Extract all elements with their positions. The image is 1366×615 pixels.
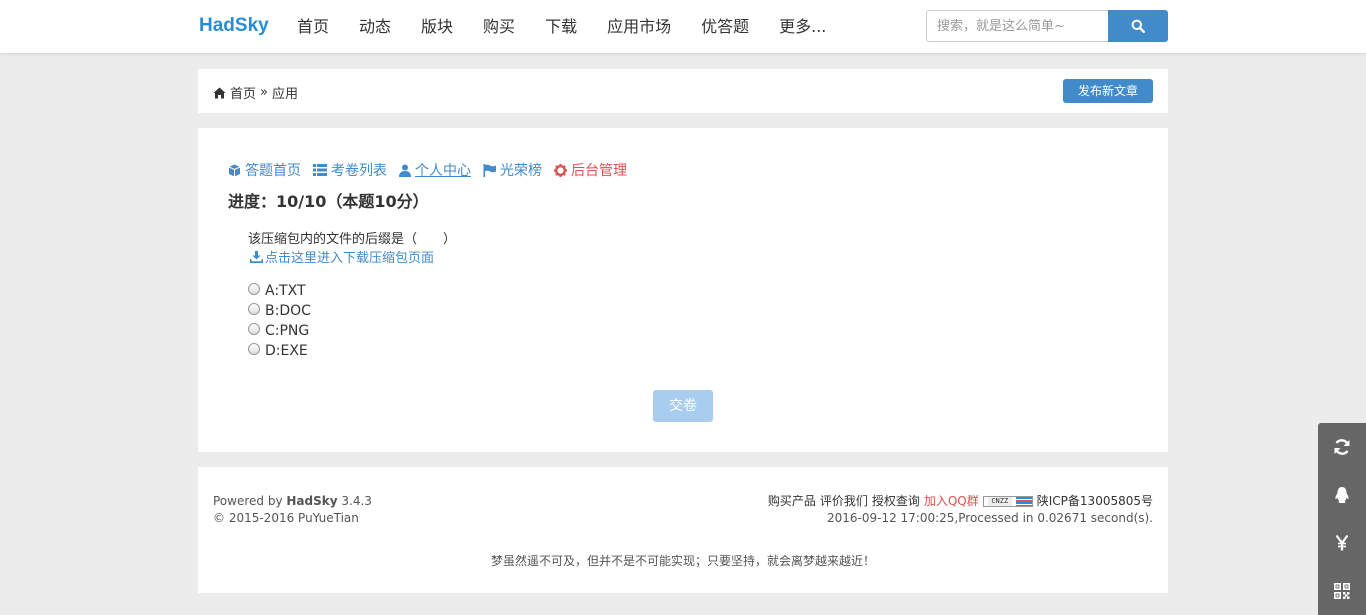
powered-version: 3.4.3: [337, 494, 372, 508]
flag-icon: [483, 163, 496, 177]
subnav-paper-list[interactable]: 考卷列表: [313, 160, 387, 180]
nav-item-more[interactable]: 更多...: [764, 0, 841, 54]
option-d[interactable]: D:EXE: [248, 341, 311, 361]
subnav-label: 考卷列表: [331, 163, 387, 179]
refresh-button[interactable]: [1318, 423, 1366, 471]
question-text: 该压缩包内的文件的后缀是（ ）: [248, 232, 457, 247]
submit-paper-button[interactable]: 交卷: [653, 390, 713, 422]
search-input[interactable]: [926, 10, 1108, 42]
footer-link-license[interactable]: 授权查询: [872, 493, 920, 510]
home-icon: [213, 87, 226, 98]
option-a[interactable]: A:TXT: [248, 281, 311, 301]
footer-links-row: 购买产品 评价我们 授权查询 加入QQ群 CNZZ 陕ICP备13005805号: [764, 493, 1153, 510]
search-box: [926, 10, 1168, 42]
list-icon: [313, 164, 327, 176]
footer-link-icp[interactable]: 陕ICP备13005805号: [1037, 493, 1153, 510]
radio-button[interactable]: [248, 343, 260, 355]
nav-item-activity[interactable]: 动态: [344, 0, 406, 54]
subnav-quiz-home[interactable]: 答题首页: [228, 160, 301, 180]
subnav-honor-list[interactable]: 光荣榜: [483, 160, 542, 180]
breadcrumb-panel: 首页 » 应用 发布新文章: [198, 69, 1168, 113]
breadcrumb-current: 应用: [271, 87, 298, 102]
qq-button[interactable]: [1318, 471, 1366, 519]
download-link-label: 点击这里进入下载压缩包页面: [265, 251, 435, 266]
breadcrumb: 首页 » 应用: [213, 83, 298, 102]
option-label: D:EXE: [265, 343, 308, 359]
answer-options: A:TXT B:DOC C:PNG D:EXE: [248, 281, 311, 361]
download-link[interactable]: 点击这里进入下载压缩包页面: [250, 247, 434, 266]
side-toolbar: [1318, 423, 1366, 615]
quiz-progress: 进度：10/10（本题10分）: [228, 192, 429, 211]
cnzz-badge[interactable]: CNZZ: [982, 496, 1033, 507]
footer: Powered by HadSky 3.4.3 © 2015-2016 PuYu…: [198, 467, 1168, 593]
quiz-subnav: 答题首页 考卷列表 个人中心 光荣榜 后台管理: [228, 160, 639, 180]
yen-icon: [1336, 535, 1348, 551]
main-nav: 首页 动态 版块 购买 下载 应用市场 优答题 更多...: [282, 0, 841, 54]
powered-name[interactable]: HadSky: [286, 494, 337, 508]
quiz-panel: 答题首页 考卷列表 个人中心 光荣榜 后台管理 进度：10/10（本题10分） …: [198, 128, 1168, 452]
footer-link-review[interactable]: 评价我们: [820, 493, 868, 510]
qq-icon: [1335, 487, 1349, 503]
nav-item-home[interactable]: 首页: [282, 0, 344, 54]
footer-link-buy[interactable]: 购买产品: [768, 493, 816, 510]
cube-icon: [228, 164, 241, 177]
option-label: C:PNG: [265, 323, 310, 339]
option-label: B:DOC: [265, 303, 311, 319]
option-b[interactable]: B:DOC: [248, 301, 311, 321]
nav-item-buy[interactable]: 购买: [468, 0, 530, 54]
powered-by: Powered by HadSky 3.4.3: [213, 493, 372, 510]
download-icon: [250, 250, 263, 263]
subnav-label: 光荣榜: [500, 163, 542, 179]
nav-item-quiz[interactable]: 优答题: [686, 0, 764, 54]
footer-links: 购买产品 评价我们 授权查询 加入QQ群 CNZZ 陕ICP备13005805号…: [764, 493, 1153, 527]
user-icon: [399, 164, 411, 177]
search-icon: [1131, 19, 1145, 33]
nav-item-app-market[interactable]: 应用市场: [592, 0, 686, 54]
radio-button[interactable]: [248, 323, 260, 335]
subnav-label: 后台管理: [571, 163, 627, 179]
top-navbar: HadSky 首页 动态 版块 购买 下载 应用市场 优答题 更多...: [0, 0, 1366, 54]
brand-logo[interactable]: HadSky: [199, 15, 269, 37]
radio-button[interactable]: [248, 283, 260, 295]
powered-prefix: Powered by: [213, 494, 287, 508]
footer-link-qq-group[interactable]: 加入QQ群: [924, 493, 979, 510]
search-button[interactable]: [1108, 10, 1168, 42]
subnav-label: 个人中心: [415, 163, 471, 179]
nav-item-boards[interactable]: 版块: [406, 0, 468, 54]
qrcode-icon: [1334, 583, 1350, 599]
radio-button[interactable]: [248, 303, 260, 315]
footer-motto: 梦虽然遥不可及，但并不是不可能实现；只要坚持，就会离梦越来越近！: [490, 554, 875, 568]
footer-credits: Powered by HadSky 3.4.3 © 2015-2016 PuYu…: [213, 493, 372, 527]
refresh-icon: [1334, 439, 1350, 455]
copyright: © 2015-2016 PuYueTian: [213, 511, 359, 525]
gear-icon: [554, 163, 567, 177]
cnzz-stripes: [1015, 497, 1032, 506]
breadcrumb-home[interactable]: 首页: [230, 83, 256, 102]
option-c[interactable]: C:PNG: [248, 321, 311, 341]
subnav-admin[interactable]: 后台管理: [554, 160, 627, 180]
donate-button[interactable]: [1318, 519, 1366, 567]
subnav-label: 答题首页: [245, 163, 301, 179]
cnzz-label: CNZZ: [987, 497, 1012, 506]
new-post-button[interactable]: 发布新文章: [1062, 79, 1153, 103]
subnav-user-center[interactable]: 个人中心: [399, 160, 471, 180]
option-label: A:TXT: [265, 283, 306, 299]
processed-info: 2016-09-12 17:00:25,Processed in 0.02671…: [826, 511, 1153, 525]
breadcrumb-separator: »: [260, 85, 268, 100]
nav-item-download[interactable]: 下载: [530, 0, 592, 54]
qrcode-button[interactable]: [1318, 567, 1366, 615]
